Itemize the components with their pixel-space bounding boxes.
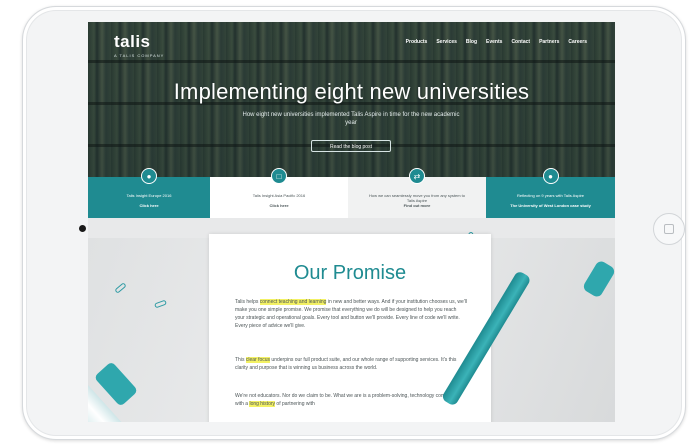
hero-subtitle: How eight new universities implemented T… xyxy=(242,112,460,126)
nav-item-careers[interactable]: Careers xyxy=(568,39,587,45)
hero-banner: talis A TALIS COMPANY Products Services … xyxy=(88,22,615,177)
site-logo-subtitle: A TALIS COMPANY xyxy=(114,53,165,58)
nav-item-events[interactable]: Events xyxy=(486,39,502,45)
lightbulb-icon: ● xyxy=(542,168,559,184)
promise-paragraph-3: We're not educators. Nor do we claim to … xyxy=(235,392,467,408)
monitor-icon: □ xyxy=(271,168,287,184)
tile-migration[interactable]: ⇄ How we can seamlessly move you from an… xyxy=(348,168,486,218)
p3-highlight: long history xyxy=(249,401,276,407)
hero-title: Implementing eight new universities xyxy=(173,79,530,104)
tile-text: Talis Insight Asia Pacific 2016 xyxy=(252,193,306,198)
tile-link[interactable]: Click here xyxy=(210,203,348,208)
nav-item-partners[interactable]: Partners xyxy=(539,39,559,45)
p2-pre: This xyxy=(235,357,246,363)
nav-item-blog[interactable]: Blog xyxy=(466,39,477,45)
lightbulb-icon: ● xyxy=(141,168,157,184)
tablet-screen: talis A TALIS COMPANY Products Services … xyxy=(88,22,615,422)
promise-paragraph-1: Talis helps connect teaching and learnin… xyxy=(235,298,467,330)
promise-title: Our Promise xyxy=(293,262,407,284)
tile-link[interactable]: Click here xyxy=(88,203,210,208)
site-logo[interactable]: talis xyxy=(114,32,151,52)
p1-highlight: connect teaching and learning xyxy=(259,299,327,305)
shelf-line xyxy=(88,60,615,63)
info-strip: ● Talis Insight Europe 2016 Click here □… xyxy=(88,168,615,218)
read-blog-button[interactable]: Read the blog post xyxy=(311,140,391,152)
tile-uwl-case-study[interactable]: ● Reflecting on 9 years with Talis Aspir… xyxy=(486,168,615,218)
arrows-icon: ⇄ xyxy=(409,168,425,184)
tile-text: Reflecting on 9 years with Talis Aspire xyxy=(516,193,585,198)
tile-insight-asia[interactable]: □ Talis Insight Asia Pacific 2016 Click … xyxy=(210,168,348,218)
p2-highlight: clear focus xyxy=(245,357,271,363)
nav-item-services[interactable]: Services xyxy=(436,39,457,45)
nav-item-products[interactable]: Products xyxy=(406,39,428,45)
tile-text: How we can seamlessly move you from any … xyxy=(368,193,466,203)
camera-dot xyxy=(79,225,86,232)
nav-item-contact[interactable]: Contact xyxy=(511,39,530,45)
p3-post: of partnering with xyxy=(275,401,315,407)
top-nav: Products Services Blog Events Contact Pa… xyxy=(406,39,587,45)
tile-link[interactable]: Find out more xyxy=(348,203,486,208)
home-button[interactable] xyxy=(653,213,685,245)
tile-insight-europe[interactable]: ● Talis Insight Europe 2016 Click here xyxy=(88,168,210,218)
tile-link[interactable]: The University of West London case study xyxy=(486,203,615,208)
tile-text: Talis Insight Europe 2016 xyxy=(126,193,172,198)
promise-paragraph-2: This clear focus underpins our full prod… xyxy=(235,356,467,372)
p1-pre: Talis helps xyxy=(235,299,260,305)
home-square-icon xyxy=(664,224,674,234)
